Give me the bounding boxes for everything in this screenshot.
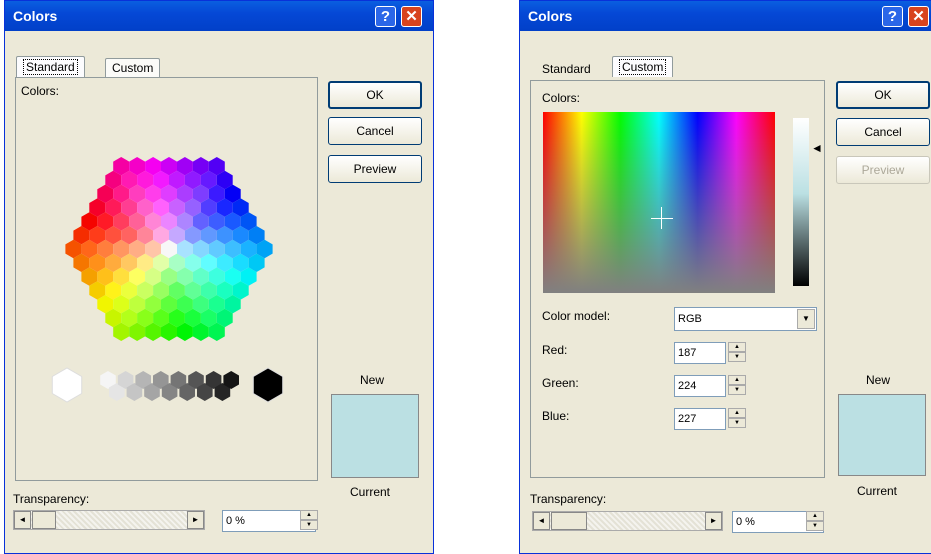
- scroll-left-button[interactable]: ◄: [533, 512, 550, 530]
- cancel-button[interactable]: Cancel: [328, 117, 422, 145]
- transparency-label: Transparency:: [13, 492, 90, 506]
- arrow-right-icon: ►: [191, 515, 200, 524]
- colors-label: Colors:: [542, 91, 581, 105]
- scroll-right-button[interactable]: ►: [187, 511, 204, 529]
- tab-standard[interactable]: Standard: [16, 56, 85, 77]
- title-bar: Colors ? ✕: [520, 1, 931, 31]
- spin-down-icon[interactable]: ▼: [300, 520, 318, 530]
- spin-up-icon[interactable]: ▲: [728, 375, 746, 385]
- slider-thumb[interactable]: [551, 512, 587, 530]
- spin-up-icon[interactable]: ▲: [300, 510, 318, 520]
- crosshair-icon: [651, 218, 673, 219]
- transparency-spinner[interactable]: ▲ ▼: [806, 511, 824, 533]
- help-button[interactable]: ?: [375, 6, 396, 27]
- dialog-title: Colors: [528, 8, 573, 24]
- transparency-spinner[interactable]: ▲ ▼: [300, 510, 318, 532]
- blue-label: Blue:: [542, 409, 570, 423]
- help-button[interactable]: ?: [882, 6, 903, 27]
- transparency-label: Transparency:: [530, 492, 607, 506]
- preview-button: Preview: [836, 156, 930, 184]
- tab-custom[interactable]: Custom: [612, 56, 674, 77]
- colors-dialog-custom: Colors ? ✕ Standard Custom Colors: ◄ Col…: [519, 0, 931, 554]
- slider-thumb[interactable]: [32, 511, 56, 529]
- red-label: Red:: [542, 343, 568, 357]
- blue-spinner[interactable]: ▲ ▼: [728, 408, 746, 430]
- color-cell[interactable]: [51, 367, 83, 403]
- red-spinner[interactable]: ▲ ▼: [728, 342, 746, 364]
- new-label: New: [866, 373, 891, 387]
- color-spectrum[interactable]: [543, 112, 775, 293]
- blue-field[interactable]: 227: [674, 408, 726, 430]
- arrow-left-icon: ◄: [537, 516, 546, 525]
- green-label: Green:: [542, 376, 579, 390]
- color-cell[interactable]: [252, 367, 284, 403]
- ok-button[interactable]: OK: [836, 81, 930, 109]
- standard-color-hexagon[interactable]: [16, 78, 319, 418]
- tab-panel: Colors:: [15, 77, 318, 481]
- arrow-left-icon: ◄: [18, 515, 27, 524]
- tab-panel: Colors: ◄ Color model: RGB ▼ Red: 187 ▲ ▼…: [530, 80, 825, 478]
- spin-down-icon[interactable]: ▼: [728, 385, 746, 395]
- color-model-label: Color model:: [542, 309, 611, 323]
- preview-button[interactable]: Preview: [328, 155, 422, 183]
- color-model-select[interactable]: RGB ▼: [674, 307, 817, 331]
- transparency-slider[interactable]: ◄ ►: [532, 511, 723, 531]
- slider-pointer-icon[interactable]: ◄: [811, 141, 823, 155]
- arrow-right-icon: ►: [709, 516, 718, 525]
- spin-up-icon[interactable]: ▲: [806, 511, 824, 521]
- close-button[interactable]: ✕: [908, 6, 929, 27]
- green-spinner[interactable]: ▲ ▼: [728, 375, 746, 397]
- ok-button[interactable]: OK: [328, 81, 422, 109]
- scroll-left-button[interactable]: ◄: [14, 511, 31, 529]
- help-icon: ?: [380, 8, 391, 25]
- close-button[interactable]: ✕: [401, 6, 422, 27]
- green-field[interactable]: 224: [674, 375, 726, 397]
- red-field[interactable]: 187: [674, 342, 726, 364]
- tab-standard[interactable]: Standard: [536, 60, 597, 79]
- colors-dialog-standard: Colors ? ✕ Standard Custom Colors: OK Ca…: [4, 0, 434, 554]
- scroll-right-button[interactable]: ►: [705, 512, 722, 530]
- close-icon: ✕: [912, 8, 925, 25]
- spin-down-icon[interactable]: ▼: [728, 352, 746, 362]
- close-icon: ✕: [405, 8, 418, 25]
- tab-custom[interactable]: Custom: [105, 58, 161, 77]
- spin-up-icon[interactable]: ▲: [728, 408, 746, 418]
- current-label: Current: [857, 484, 898, 498]
- spin-down-icon[interactable]: ▼: [806, 521, 824, 531]
- dropdown-arrow-icon[interactable]: ▼: [797, 309, 815, 329]
- cancel-button[interactable]: Cancel: [836, 118, 930, 146]
- current-label: Current: [350, 485, 391, 499]
- new-color-swatch: [838, 394, 926, 476]
- help-icon: ?: [887, 8, 898, 25]
- transparency-slider[interactable]: ◄ ►: [13, 510, 205, 530]
- luminance-bar[interactable]: [793, 118, 809, 286]
- new-color-swatch: [331, 394, 419, 478]
- spin-down-icon[interactable]: ▼: [728, 418, 746, 428]
- new-label: New: [360, 373, 385, 387]
- dialog-title: Colors: [13, 8, 58, 24]
- title-bar: Colors ? ✕: [5, 1, 433, 31]
- spin-up-icon[interactable]: ▲: [728, 342, 746, 352]
